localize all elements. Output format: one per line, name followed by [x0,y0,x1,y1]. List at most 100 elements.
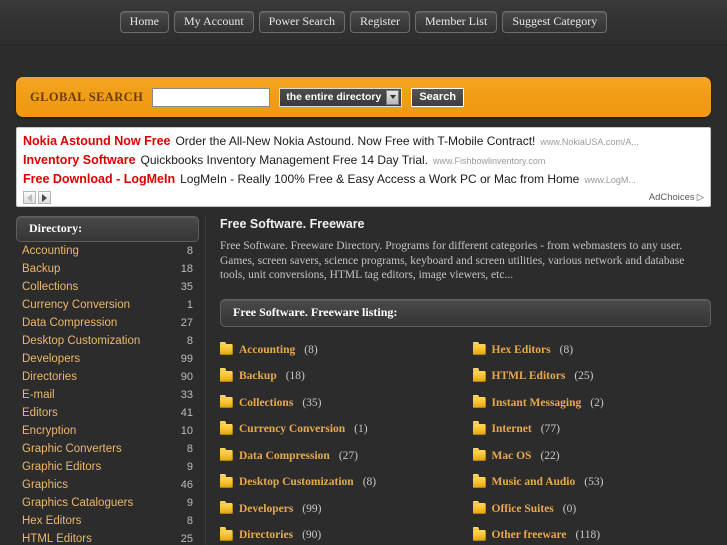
listing-item-label[interactable]: Data Compression [239,450,330,462]
global-search-bar: GLOBAL SEARCH the entire directory Searc… [16,77,711,117]
sidebar-item-graphics-cataloguers[interactable]: Graphics Cataloguers 9 [16,494,199,512]
listing-item-label[interactable]: Currency Conversion [239,423,345,435]
folder-icon [220,447,233,462]
nav-item-my-account[interactable]: My Account [174,11,254,33]
sidebar-item-graphic-converters[interactable]: Graphic Converters 8 [16,440,199,458]
listing-item-developers[interactable]: Developers (99) [220,496,459,523]
ad-url[interactable]: www.Fishbowlinventory.com [433,156,545,166]
sidebar-item-editors[interactable]: Editors 41 [16,404,199,422]
sidebar-item-label: Graphic Editors [22,461,102,473]
sidebar-item-html-editors[interactable]: HTML Editors 25 [16,530,199,545]
search-button[interactable]: Search [411,87,465,107]
listing-item-other-freeware[interactable]: Other freeware (118) [472,522,712,545]
listing-item-backup[interactable]: Backup (18) [220,363,459,390]
ad-next-arrow-icon[interactable] [38,191,51,204]
listing-item-music-and-audio[interactable]: Music and Audio (53) [472,469,712,496]
sidebar-item-label: Graphics Cataloguers [22,497,134,509]
listing-item-currency-conversion[interactable]: Currency Conversion (1) [220,416,459,443]
listing-item-label[interactable]: Other freeware [492,529,567,541]
advertisement-block: Nokia Astound Now Free Order the All-New… [16,127,711,207]
sidebar-item-count: 9 [186,497,193,509]
sidebar-item-label: Directories [22,371,77,383]
listing-item-html-editors[interactable]: HTML Editors (25) [472,363,712,390]
listing-item-count: (118) [575,529,601,542]
ad-title[interactable]: Nokia Astound Now Free [23,134,170,148]
listing-item-mac-os[interactable]: Mac OS (22) [472,443,712,470]
listing-item-label[interactable]: HTML Editors [492,370,566,382]
sidebar-item-count: 8 [186,335,193,347]
ad-url[interactable]: www.NokiaUSA.com/A... [540,137,639,147]
sidebar-item-directories[interactable]: Directories 90 [16,368,199,386]
folder-icon [472,527,486,541]
listing-item-label[interactable]: Instant Messaging [492,397,582,409]
search-scope-selected-value: the entire directory [286,91,382,103]
sidebar-item-graphics[interactable]: Graphics 46 [16,476,199,494]
listing-item-label[interactable]: Music and Audio [492,476,576,488]
listing-item-collections[interactable]: Collections (35) [220,390,459,417]
listing-item-data-compression[interactable]: Data Compression (27) [220,443,459,470]
sidebar-item-collections[interactable]: Collections 35 [16,278,199,296]
sidebar-item-label: Accounting [22,245,79,257]
listing-item-label[interactable]: Accounting [239,344,295,356]
ad-row[interactable]: Free Download - LogMeIn LogMeIn - Really… [23,170,704,189]
sidebar-item-accounting[interactable]: Accounting 8 [16,242,199,260]
listing-item-accounting[interactable]: Accounting (8) [220,337,459,364]
sidebar-item-count: 35 [180,281,193,293]
sidebar-item-count: 46 [180,479,193,491]
listing-item-label[interactable]: Desktop Customization [239,476,354,488]
sidebar-item-count: 18 [180,263,193,275]
sidebar-item-label: Hex Editors [22,515,82,527]
nav-item-member-list[interactable]: Member List [414,11,498,33]
top-navigation-bar: Home My Account Power Search Register Me… [0,0,727,45]
nav-item-suggest-category[interactable]: Suggest Category [502,11,608,33]
sidebar-item-count: 8 [186,515,193,527]
nav-item-power-search[interactable]: Power Search [258,11,345,33]
listing-item-label[interactable]: Mac OS [492,450,532,462]
sidebar-item-data-compression[interactable]: Data Compression 27 [16,314,199,332]
sidebar-item-developers[interactable]: Developers 99 [16,350,199,368]
listing-item-count: (8) [559,343,574,356]
nav-item-home[interactable]: Home [119,11,169,33]
listing-item-label[interactable]: Backup [239,370,277,382]
sidebar-item-desktop-customization[interactable]: Desktop Customization 8 [16,332,199,350]
sidebar-item-label: Editors [22,407,58,419]
sidebar-item-hex-editors[interactable]: Hex Editors 8 [16,512,199,530]
page-title: Free Software. Freeware [220,217,365,231]
nav-item-register[interactable]: Register [349,11,410,33]
sidebar-item-encryption[interactable]: Encryption 10 [16,422,199,440]
page-description: Free Software. Freeware Directory. Progr… [220,240,685,281]
listing-item-count: (35) [302,396,322,409]
listing-item-label[interactable]: Hex Editors [492,344,551,356]
listing-item-directories[interactable]: Directories (90) [220,522,459,545]
listing-item-label[interactable]: Developers [239,503,293,515]
ad-row[interactable]: Nokia Astound Now Free Order the All-New… [23,132,704,151]
listing-item-office-suites[interactable]: Office Suites (0) [472,496,712,523]
listing-item-label[interactable]: Collections [239,397,293,409]
search-scope-select[interactable]: the entire directory [279,87,403,107]
sidebar-item-email[interactable]: E-mail 33 [16,386,199,404]
sidebar-item-currency-conversion[interactable]: Currency Conversion 1 [16,296,199,314]
adchoices-link[interactable]: AdChoices ▷ [649,192,704,203]
search-input[interactable] [152,87,271,107]
folder-icon [472,447,486,462]
folder-icon [220,341,233,356]
ad-prev-arrow-icon[interactable] [23,191,36,204]
listing-item-label[interactable]: Directories [239,529,293,541]
listing-item-label[interactable]: Internet [492,423,532,435]
listing-item-label[interactable]: Office Suites [492,503,554,515]
ad-title[interactable]: Free Download - LogMeIn [23,172,175,186]
listing-item-instant-messaging[interactable]: Instant Messaging (2) [472,390,712,417]
global-search-label: GLOBAL SEARCH [30,89,144,104]
listing-item-internet[interactable]: Internet (77) [472,416,712,443]
sidebar-item-backup[interactable]: Backup 18 [16,260,199,278]
folder-icon [472,474,486,488]
sidebar-item-count: 27 [180,317,193,329]
ad-title[interactable]: Inventory Software [23,153,136,167]
sidebar-item-graphic-editors[interactable]: Graphic Editors 9 [16,458,199,476]
ad-url[interactable]: www.LogM... [584,175,636,185]
ad-row[interactable]: Inventory Software Quickbooks Inventory … [23,151,704,170]
listing-item-desktop-customization[interactable]: Desktop Customization (8) [220,469,459,496]
chevron-down-icon[interactable] [386,89,400,105]
listing-item-count: (8) [304,343,318,356]
listing-item-hex-editors[interactable]: Hex Editors (8) [472,337,712,364]
